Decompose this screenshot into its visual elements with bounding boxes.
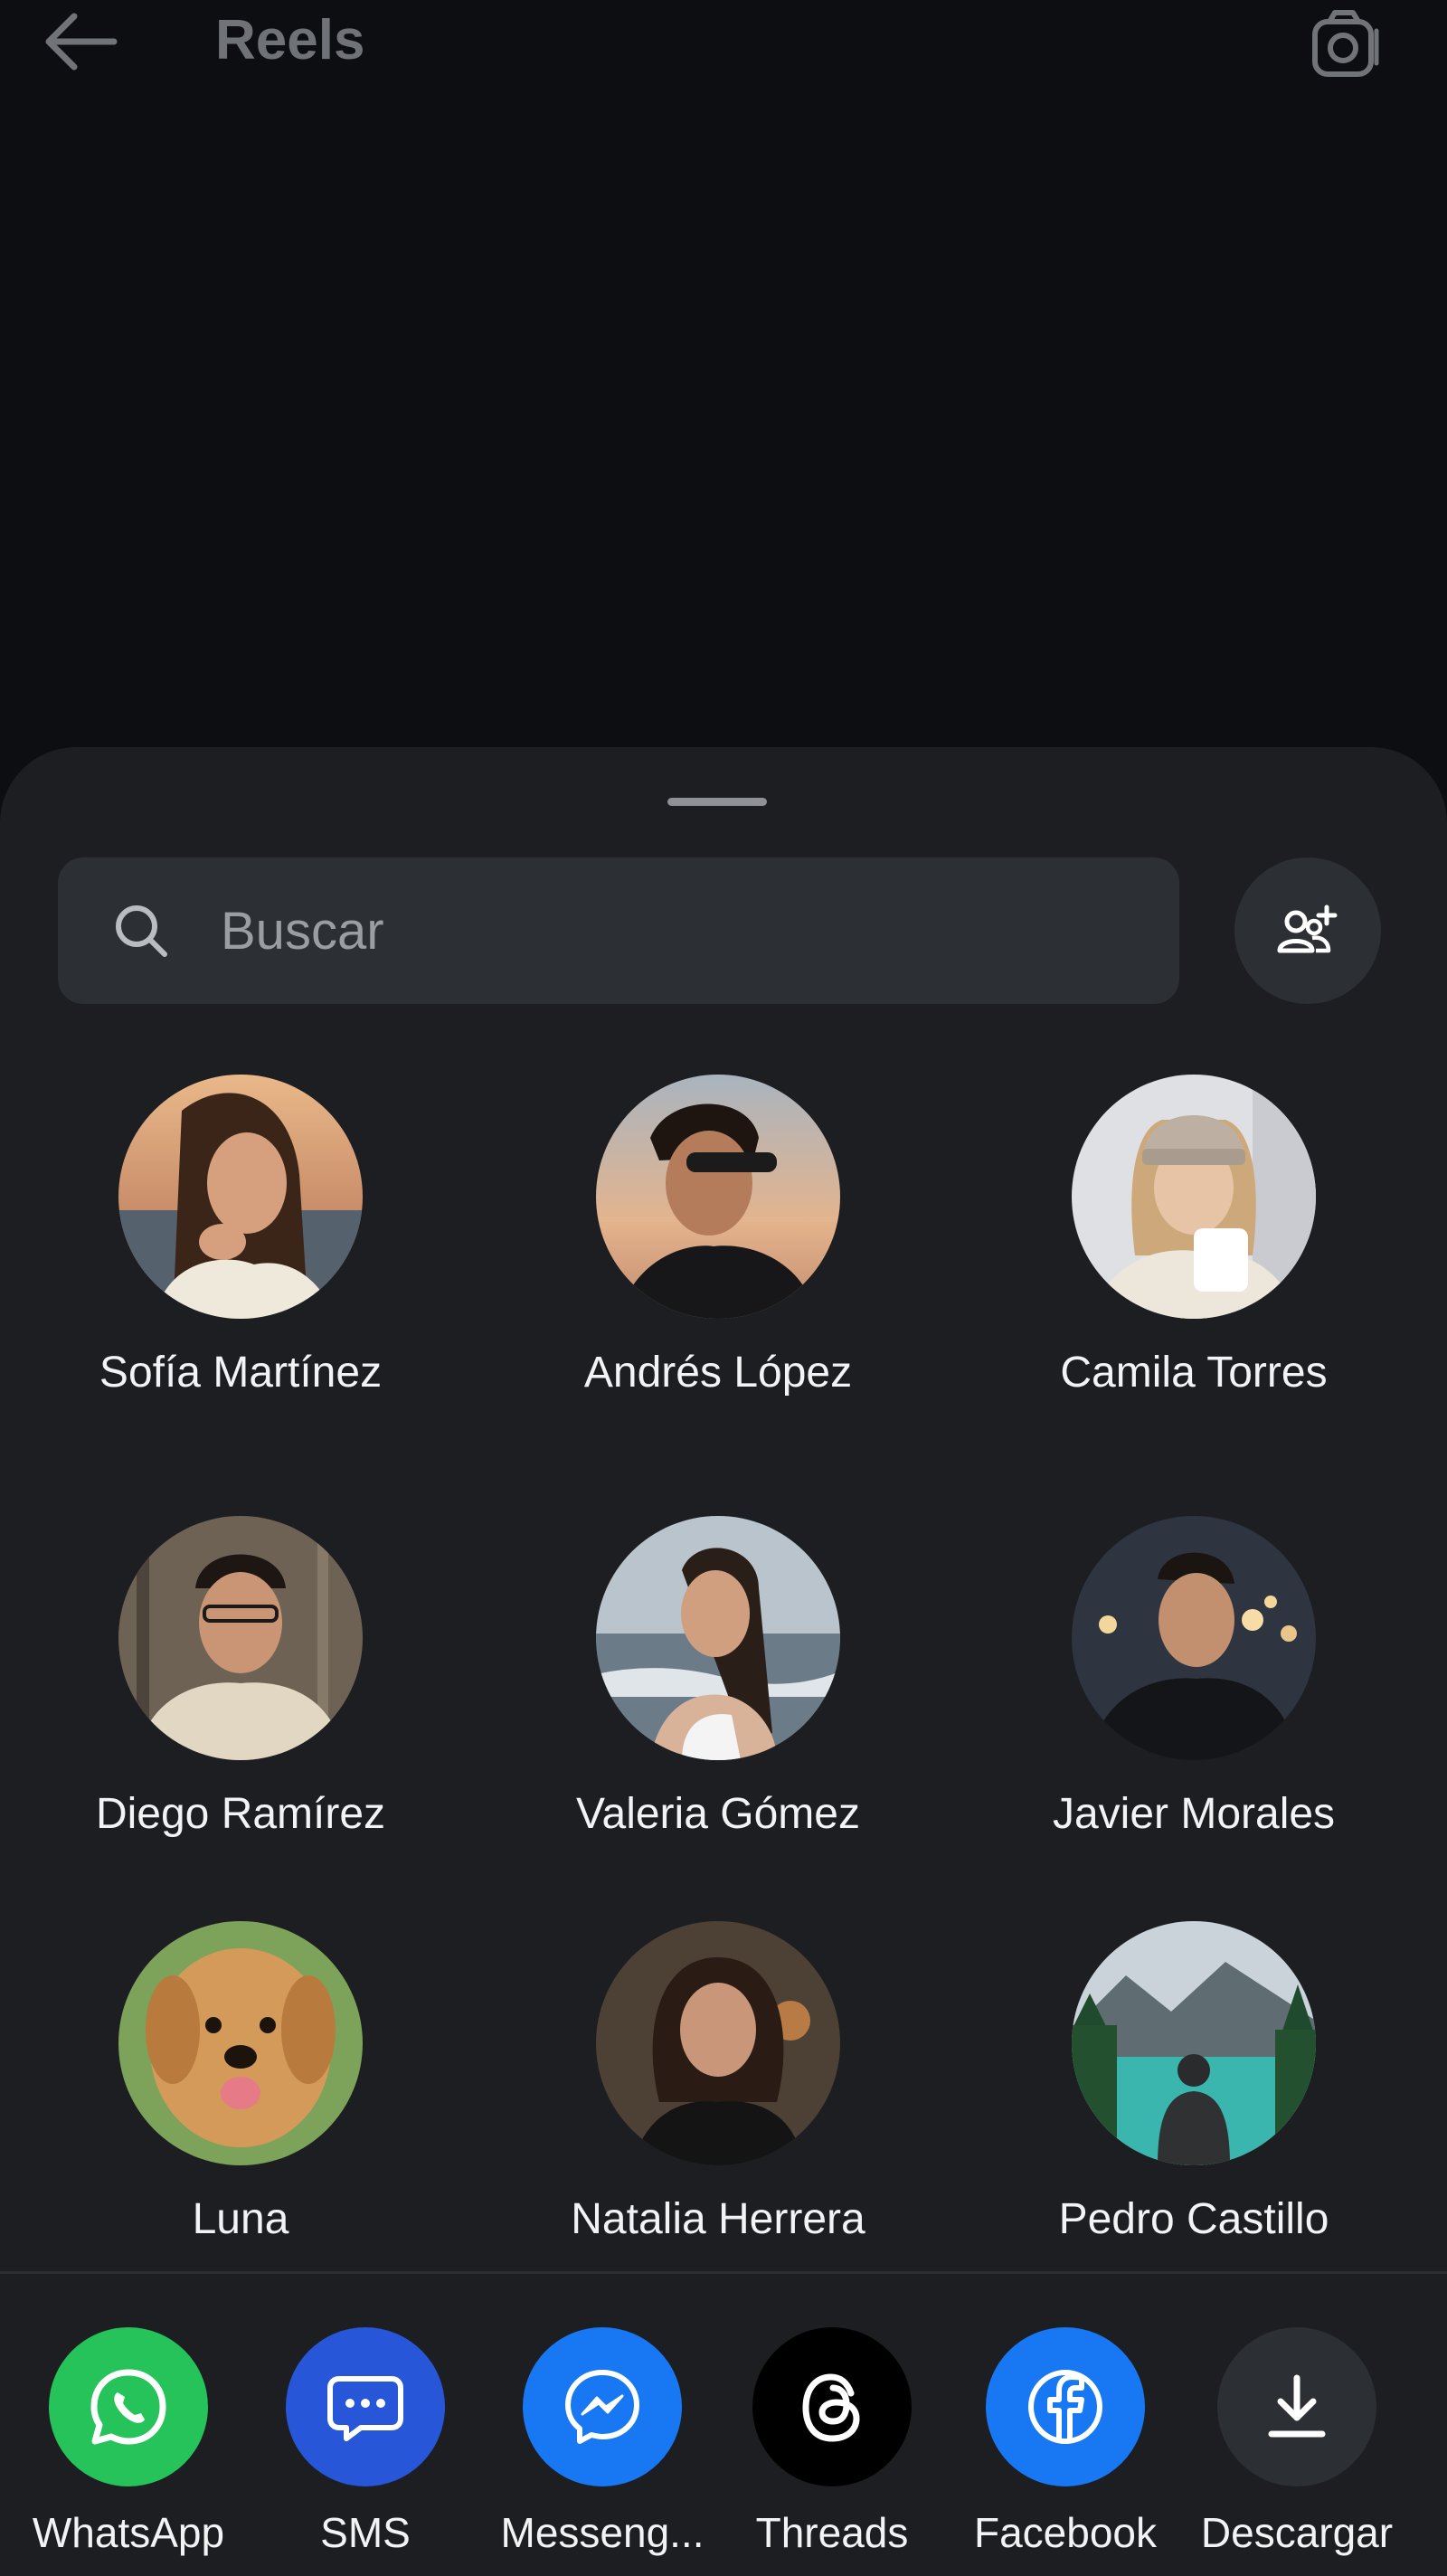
share-label: Facebook <box>973 2509 1157 2556</box>
contact-name: Natalia Herrera <box>571 2195 865 2243</box>
contact-item[interactable]: Diego Ramírez <box>42 1516 440 1878</box>
threads-button[interactable] <box>752 2327 912 2486</box>
share-facebook[interactable]: Facebook <box>957 2327 1174 2571</box>
whatsapp-button[interactable] <box>49 2327 208 2486</box>
share-sheet: Sofía Martínez Andrés López <box>0 747 1447 2576</box>
download-button[interactable] <box>1217 2327 1376 2486</box>
arrow-left-icon <box>45 13 118 71</box>
contact-item[interactable]: Valeria Gómez <box>519 1516 917 1878</box>
share-label: Threads <box>755 2509 909 2556</box>
drag-handle[interactable] <box>667 798 767 806</box>
add-group-button[interactable] <box>1234 857 1381 1004</box>
contact-item[interactable]: Camila Torres <box>995 1075 1393 1436</box>
contact-item[interactable]: Andrés López <box>519 1075 917 1436</box>
download-icon <box>1268 2374 1326 2438</box>
contact-name: Camila Torres <box>1060 1349 1328 1397</box>
threads-icon <box>802 2373 860 2442</box>
add-group-icon <box>1277 904 1338 953</box>
share-sms[interactable]: SMS <box>257 2327 474 2571</box>
share-download[interactable]: Descargar <box>1188 2327 1405 2571</box>
contact-name: Luna <box>192 2195 289 2243</box>
facebook-icon <box>1028 2370 1102 2444</box>
search-bar[interactable] <box>58 857 1179 1004</box>
avatar <box>596 1921 840 2165</box>
sms-icon <box>327 2376 403 2441</box>
camera-button[interactable] <box>1302 0 1389 87</box>
avatar <box>596 1075 840 1319</box>
contact-name: Sofía Martínez <box>99 1349 383 1397</box>
camera-icon <box>1312 10 1379 77</box>
share-label: SMS <box>320 2509 411 2556</box>
messenger-icon <box>565 2370 639 2444</box>
share-whatsapp[interactable]: WhatsApp <box>20 2327 237 2571</box>
contact-item[interactable]: Luna <box>42 1921 440 2283</box>
contact-name: Andrés López <box>583 1349 853 1397</box>
share-label: WhatsApp <box>32 2509 225 2556</box>
avatar <box>1072 1075 1316 1319</box>
avatar <box>118 1075 363 1319</box>
contact-name: Javier Morales <box>1052 1790 1336 1838</box>
share-label: Descargar <box>1200 2509 1394 2556</box>
page-title: Reels <box>215 9 365 71</box>
messenger-button[interactable] <box>523 2327 682 2486</box>
contact-item[interactable]: Pedro Castillo <box>995 1921 1393 2283</box>
search-icon <box>116 905 167 957</box>
contact-item[interactable]: Sofía Martínez <box>42 1075 440 1436</box>
divider <box>0 2271 1447 2274</box>
share-screen: Reels Buscar Sofía Martínez Andrés López… <box>0 0 1447 2576</box>
back-button[interactable] <box>36 4 123 80</box>
whatsapp-icon <box>90 2369 166 2445</box>
avatar <box>1072 1921 1316 2165</box>
avatar <box>1072 1516 1316 1760</box>
share-label: Messeng... <box>500 2509 705 2556</box>
app-bar: Reels <box>0 0 1447 90</box>
avatar <box>118 1921 363 2165</box>
contact-name: Pedro Castillo <box>1058 2195 1329 2243</box>
sms-button[interactable] <box>286 2327 445 2486</box>
contact-item[interactable]: Natalia Herrera <box>519 1921 917 2283</box>
search-input[interactable] <box>221 857 1143 1004</box>
facebook-button[interactable] <box>986 2327 1145 2486</box>
share-threads[interactable]: Threads <box>724 2327 941 2571</box>
contact-item[interactable]: Javier Morales <box>995 1516 1393 1878</box>
contact-name: Diego Ramírez <box>95 1790 386 1838</box>
avatar <box>596 1516 840 1760</box>
avatar <box>118 1516 363 1760</box>
contact-name: Valeria Gómez <box>576 1790 860 1838</box>
share-messenger[interactable]: Messeng... <box>494 2327 711 2571</box>
